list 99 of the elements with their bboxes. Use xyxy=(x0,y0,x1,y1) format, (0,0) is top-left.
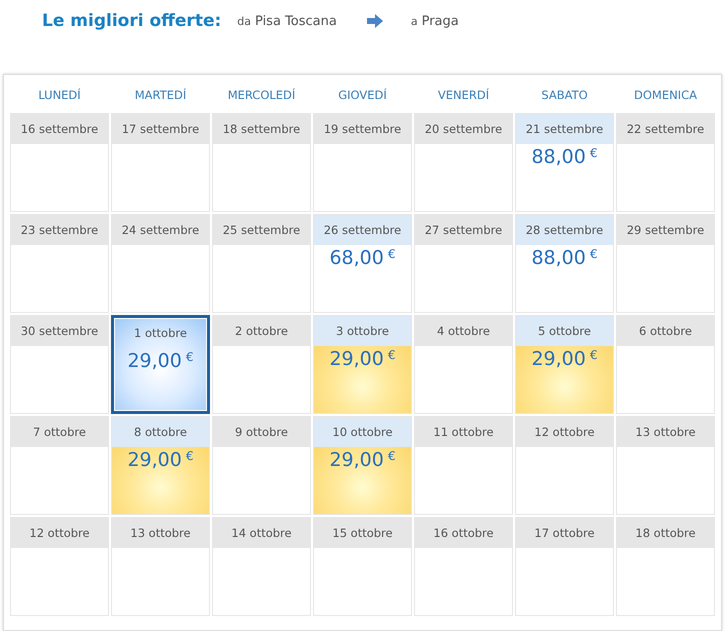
price: 29,00 xyxy=(531,348,586,370)
arrow-icon xyxy=(366,14,383,28)
calendar-day[interactable]: 4 ottobre xyxy=(414,315,513,414)
currency: € xyxy=(590,247,598,261)
day-date: 3 ottobre xyxy=(314,316,411,346)
day-date: 29 settembre xyxy=(617,215,714,245)
day-date: 23 settembre xyxy=(11,215,108,245)
day-date: 16 settembre xyxy=(11,114,108,144)
currency: € xyxy=(590,146,598,160)
destination-city: Praga xyxy=(422,14,459,28)
calendar-day[interactable]: 14 ottobre xyxy=(212,517,311,616)
day-date: 25 settembre xyxy=(213,215,310,245)
calendar-day[interactable]: 9 ottobre xyxy=(212,416,311,515)
day-date: 22 settembre xyxy=(617,114,714,144)
origin-city: Pisa Toscana xyxy=(255,14,337,28)
calendar-day[interactable]: 29 settembre xyxy=(616,214,715,313)
day-date: 24 settembre xyxy=(112,215,209,245)
price: 29,00 xyxy=(127,449,182,471)
day-date: 28 settembre xyxy=(516,215,613,245)
calendar-day[interactable]: 2 ottobre xyxy=(212,315,311,414)
weekday-header: MARTEDÍ xyxy=(134,87,188,104)
day-date: 7 ottobre xyxy=(11,417,108,447)
day-date: 16 ottobre xyxy=(415,518,512,548)
day-date: 18 ottobre xyxy=(617,518,714,548)
day-date: 6 ottobre xyxy=(617,316,714,346)
weekday-header: GIOVEDÍ xyxy=(337,87,388,104)
day-date: 18 settembre xyxy=(213,114,310,144)
calendar-day[interactable]: 12 ottobre xyxy=(10,517,109,616)
calendar-day[interactable]: 16 ottobre xyxy=(414,517,513,616)
weekday-header: DOMENICA xyxy=(633,87,698,104)
calendar-day[interactable]: 16 settembre xyxy=(10,113,109,212)
calendar-day[interactable]: 24 settembre xyxy=(111,214,210,313)
currency: € xyxy=(186,350,194,364)
day-date: 2 ottobre xyxy=(213,316,310,346)
day-date: 4 ottobre xyxy=(415,316,512,346)
calendar-day[interactable]: 1 ottobre 29,00 € xyxy=(111,315,210,414)
calendar-day[interactable]: 26 settembre 68,00 € xyxy=(313,214,412,313)
calendar-day[interactable]: 18 settembre xyxy=(212,113,311,212)
currency: € xyxy=(388,247,396,261)
day-date: 17 settembre xyxy=(112,114,209,144)
calendar-day[interactable]: 7 ottobre xyxy=(10,416,109,515)
calendar-day[interactable]: 13 ottobre xyxy=(616,416,715,515)
page-title: Le migliori offerte: xyxy=(42,11,222,31)
calendar-day[interactable]: 20 settembre xyxy=(414,113,513,212)
weekday-header: MERCOLEDÍ xyxy=(226,87,296,104)
currency: € xyxy=(590,348,598,362)
price: 88,00 xyxy=(531,247,586,269)
calendar-day[interactable]: 25 settembre xyxy=(212,214,311,313)
calendar-day[interactable]: 18 ottobre xyxy=(616,517,715,616)
day-date: 11 ottobre xyxy=(415,417,512,447)
day-date: 12 ottobre xyxy=(11,518,108,548)
currency: € xyxy=(186,449,194,463)
day-date: 30 settembre xyxy=(11,316,108,346)
calendar-day[interactable]: 17 settembre xyxy=(111,113,210,212)
weekday-header: SABATO xyxy=(540,87,589,104)
day-date: 8 ottobre xyxy=(112,417,209,447)
day-date: 15 ottobre xyxy=(314,518,411,548)
day-date: 17 ottobre xyxy=(516,518,613,548)
calendar-day[interactable]: 6 ottobre xyxy=(616,315,715,414)
day-date: 27 settembre xyxy=(415,215,512,245)
calendar-day[interactable]: 30 settembre xyxy=(10,315,109,414)
day-date: 9 ottobre xyxy=(213,417,310,447)
day-date: 26 settembre xyxy=(314,215,411,245)
day-date: 13 ottobre xyxy=(617,417,714,447)
day-date: 12 ottobre xyxy=(516,417,613,447)
day-date: 19 settembre xyxy=(314,114,411,144)
day-date: 13 ottobre xyxy=(112,518,209,548)
calendar-day[interactable]: 19 settembre xyxy=(313,113,412,212)
calendar-day[interactable]: 15 ottobre xyxy=(313,517,412,616)
price: 88,00 xyxy=(531,146,586,168)
day-date: 10 ottobre xyxy=(314,417,411,447)
currency: € xyxy=(388,449,396,463)
price: 68,00 xyxy=(329,247,384,269)
weekday-header: VENERDÍ xyxy=(436,87,490,104)
day-date: 21 settembre xyxy=(516,114,613,144)
day-date: 5 ottobre xyxy=(516,316,613,346)
calendar-day[interactable]: 28 settembre 88,00 € xyxy=(515,214,614,313)
calendar-day[interactable]: 22 settembre xyxy=(616,113,715,212)
calendar-day[interactable]: 27 settembre xyxy=(414,214,513,313)
calendar-day[interactable]: 12 ottobre xyxy=(515,416,614,515)
from-prefix: da xyxy=(237,14,252,28)
price: 29,00 xyxy=(127,350,182,372)
day-date: 14 ottobre xyxy=(213,518,310,548)
weekday-header: LUNEDÍ xyxy=(37,87,82,104)
calendar-day[interactable]: 5 ottobre 29,00 € xyxy=(515,315,614,414)
price: 29,00 xyxy=(329,449,384,471)
calendar-day[interactable]: 21 settembre 88,00 € xyxy=(515,113,614,212)
calendar-day[interactable]: 23 settembre xyxy=(10,214,109,313)
calendar-day[interactable]: 10 ottobre 29,00 € xyxy=(313,416,412,515)
calendar-day[interactable]: 17 ottobre xyxy=(515,517,614,616)
day-date: 20 settembre xyxy=(415,114,512,144)
day-date: 1 ottobre xyxy=(133,325,188,342)
calendar-day[interactable]: 3 ottobre 29,00 € xyxy=(313,315,412,414)
calendar-day[interactable]: 8 ottobre 29,00 € xyxy=(111,416,210,515)
calendar-day[interactable]: 11 ottobre xyxy=(414,416,513,515)
currency: € xyxy=(388,348,396,362)
price: 29,00 xyxy=(329,348,384,370)
to-prefix: a xyxy=(410,14,418,28)
calendar-day[interactable]: 13 ottobre xyxy=(111,517,210,616)
